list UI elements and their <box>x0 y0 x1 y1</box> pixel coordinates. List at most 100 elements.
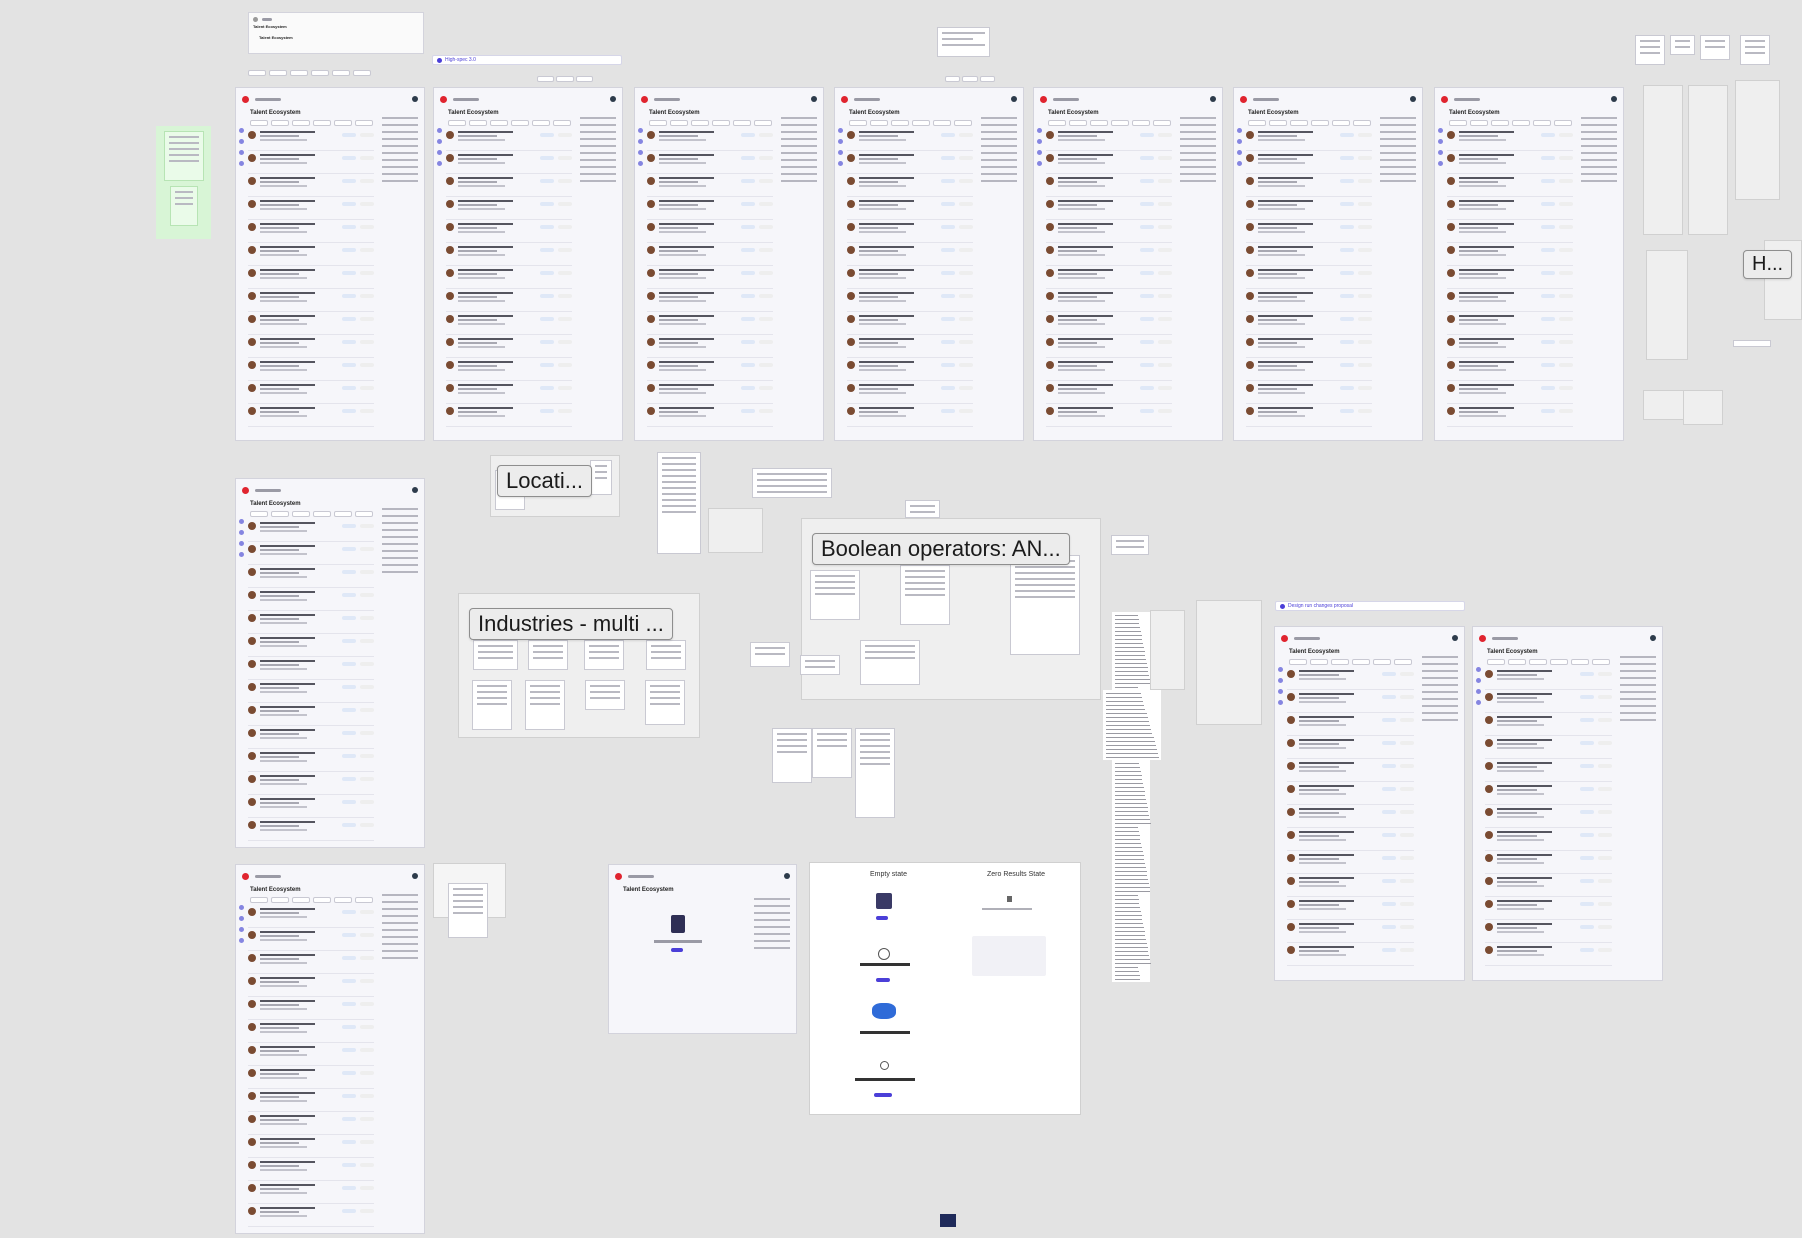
action-button[interactable] <box>360 823 374 827</box>
action-button[interactable] <box>360 524 374 528</box>
filter-chip[interactable] <box>271 120 289 126</box>
action-button[interactable] <box>558 133 572 137</box>
table-row[interactable] <box>1447 197 1573 220</box>
action-button[interactable] <box>1358 340 1372 344</box>
action-button[interactable] <box>759 202 773 206</box>
avatar[interactable] <box>412 96 418 102</box>
action-button[interactable] <box>1598 879 1612 883</box>
table-row[interactable] <box>1046 197 1172 220</box>
action-button[interactable] <box>1559 248 1573 252</box>
nav-icon[interactable] <box>1476 667 1481 672</box>
table-row[interactable] <box>1287 805 1414 828</box>
help-cta-button[interactable] <box>874 1093 892 1097</box>
table-row[interactable] <box>446 128 572 151</box>
filter-chip[interactable] <box>1449 120 1467 126</box>
table-row[interactable] <box>1246 151 1372 174</box>
action-button[interactable] <box>360 248 374 252</box>
table-row[interactable] <box>1485 851 1612 874</box>
table-row[interactable] <box>1046 335 1172 358</box>
table-row[interactable] <box>248 703 374 726</box>
action-button[interactable] <box>360 271 374 275</box>
nav-icon[interactable] <box>239 905 244 910</box>
action-button[interactable] <box>1559 317 1573 321</box>
action-button[interactable] <box>959 409 973 413</box>
table-row[interactable] <box>248 634 374 657</box>
table-row[interactable] <box>1485 736 1612 759</box>
filter-chip[interactable] <box>1352 659 1370 665</box>
table-row[interactable] <box>1287 759 1414 782</box>
minimap-indicator[interactable] <box>940 1214 956 1227</box>
filter-chip[interactable] <box>292 511 310 517</box>
avatar[interactable] <box>1650 635 1656 641</box>
filter-chip[interactable] <box>1508 659 1526 665</box>
filter-chip[interactable] <box>1470 120 1488 126</box>
action-button[interactable] <box>360 1048 374 1052</box>
table-row[interactable] <box>248 818 374 841</box>
filter-chip[interactable] <box>313 897 331 903</box>
table-row[interactable] <box>1287 782 1414 805</box>
action-button[interactable] <box>1598 810 1612 814</box>
action-button[interactable] <box>959 271 973 275</box>
table-row[interactable] <box>248 128 374 151</box>
table-row[interactable] <box>1046 128 1172 151</box>
action-button[interactable] <box>1158 202 1172 206</box>
table-row[interactable] <box>847 220 973 243</box>
action-button[interactable] <box>959 179 973 183</box>
action-button[interactable] <box>1598 672 1612 676</box>
action-button[interactable] <box>1358 179 1372 183</box>
table-row[interactable] <box>248 381 374 404</box>
action-button[interactable] <box>360 1117 374 1121</box>
nav-icon[interactable] <box>239 161 244 166</box>
filter-chip[interactable] <box>933 120 951 126</box>
table-row[interactable] <box>1447 243 1573 266</box>
table-row[interactable] <box>248 243 374 266</box>
table-row[interactable] <box>1447 335 1573 358</box>
table-row[interactable] <box>248 1204 374 1227</box>
action-button[interactable] <box>360 800 374 804</box>
action-button[interactable] <box>759 225 773 229</box>
action-button[interactable] <box>1598 833 1612 837</box>
action-button[interactable] <box>1598 718 1612 722</box>
nav-icon[interactable] <box>437 139 442 144</box>
table-row[interactable] <box>446 266 572 289</box>
table-row[interactable] <box>1485 667 1612 690</box>
table-row[interactable] <box>847 358 973 381</box>
table-row[interactable] <box>647 381 773 404</box>
table-row[interactable] <box>248 151 374 174</box>
filter-chip[interactable] <box>1353 120 1371 126</box>
action-button[interactable] <box>1559 202 1573 206</box>
action-button[interactable] <box>1358 133 1372 137</box>
action-button[interactable] <box>1158 317 1172 321</box>
table-row[interactable] <box>1046 151 1172 174</box>
action-button[interactable] <box>1358 363 1372 367</box>
action-button[interactable] <box>1358 156 1372 160</box>
table-row[interactable] <box>847 335 973 358</box>
table-row[interactable] <box>446 381 572 404</box>
action-button[interactable] <box>1400 833 1414 837</box>
action-button[interactable] <box>558 409 572 413</box>
table-row[interactable] <box>1287 920 1414 943</box>
filter-chip[interactable] <box>355 897 373 903</box>
nav-icon[interactable] <box>239 916 244 921</box>
action-button[interactable] <box>558 317 572 321</box>
table-row[interactable] <box>647 243 773 266</box>
table-row[interactable] <box>446 174 572 197</box>
action-button[interactable] <box>1400 925 1414 929</box>
action-button[interactable] <box>1598 764 1612 768</box>
nav-icon[interactable] <box>1476 689 1481 694</box>
table-row[interactable] <box>446 335 572 358</box>
nav-icon[interactable] <box>437 161 442 166</box>
action-button[interactable] <box>959 294 973 298</box>
action-button[interactable] <box>1158 248 1172 252</box>
table-row[interactable] <box>1287 874 1414 897</box>
nav-icon[interactable] <box>239 139 244 144</box>
table-row[interactable] <box>248 951 374 974</box>
nav-icon[interactable] <box>838 139 843 144</box>
table-row[interactable] <box>847 289 973 312</box>
action-button[interactable] <box>1559 363 1573 367</box>
filter-chip[interactable] <box>313 120 331 126</box>
table-row[interactable] <box>1485 920 1612 943</box>
avatar[interactable] <box>1011 96 1017 102</box>
table-row[interactable] <box>446 220 572 243</box>
filter-chip[interactable] <box>1394 659 1412 665</box>
